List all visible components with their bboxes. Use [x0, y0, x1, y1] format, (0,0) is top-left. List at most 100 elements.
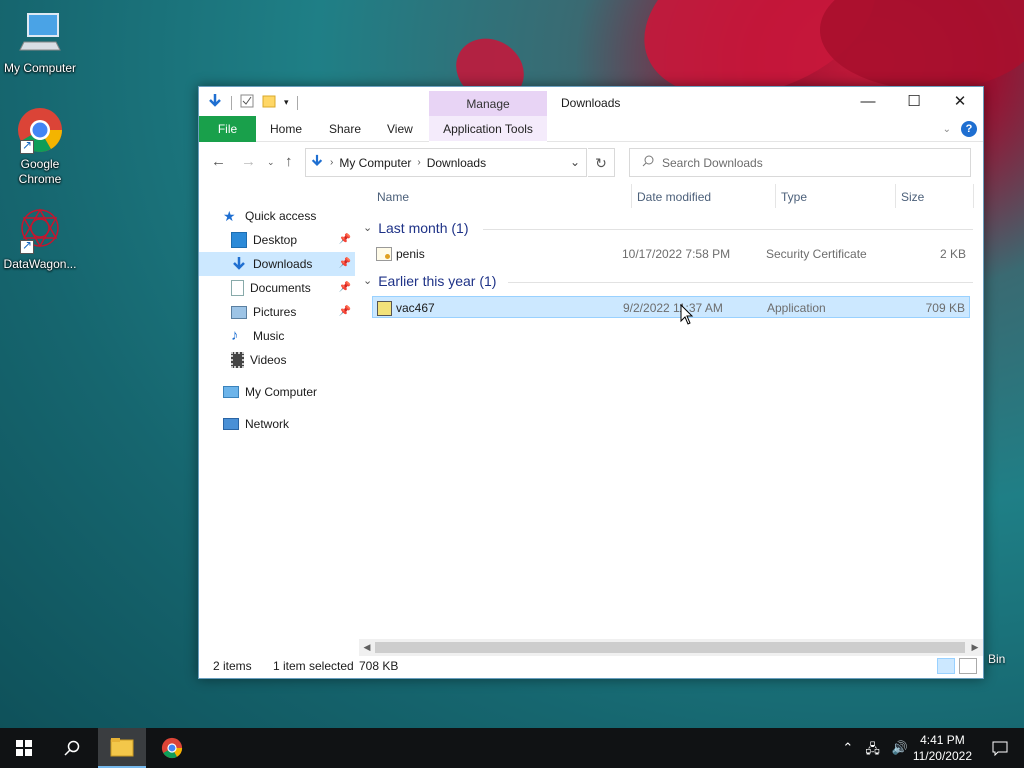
nav-my-computer[interactable]: My Computer	[223, 380, 353, 404]
column-header-size[interactable]: Size	[895, 182, 924, 212]
nav-label: Documents	[250, 281, 311, 295]
group-label: Last month (1)	[378, 220, 469, 236]
up-button[interactable]: ↑	[285, 153, 293, 170]
column-header-type[interactable]: Type	[775, 182, 807, 212]
shortcut-arrow-icon	[20, 238, 34, 254]
group-header-earlier-this-year[interactable]: ⌄ Earlier this year (1)	[363, 270, 973, 292]
forward-button[interactable]: →	[241, 153, 256, 170]
title-bar[interactable]: ▾ Manage Downloads — ☐ ✕	[199, 87, 983, 116]
group-header-last-month[interactable]: ⌄ Last month (1)	[363, 217, 973, 239]
table-row[interactable]: vac467 9/2/2022 11:37 AM Application 709…	[372, 296, 970, 318]
details-view-button[interactable]	[937, 658, 955, 674]
desktop-icon-my-computer[interactable]: My Computer	[0, 10, 80, 76]
start-button[interactable]	[0, 728, 48, 768]
clock-date: 11/20/2022	[912, 749, 972, 763]
pictures-folder-icon	[231, 305, 247, 319]
recycle-bin-label[interactable]: Bin	[988, 652, 1005, 666]
explorer-window[interactable]: ▾ Manage Downloads — ☐ ✕ File Home Share…	[198, 86, 984, 679]
nav-pictures[interactable]: Pictures 📌	[199, 300, 355, 324]
file-name-cell: penis	[376, 243, 425, 265]
file-date: 9/2/2022 11:37 AM	[623, 301, 723, 315]
nav-music[interactable]: ♪ Music	[199, 324, 355, 348]
search-button[interactable]	[48, 728, 96, 768]
expand-ribbon-icon[interactable]: ⌄	[943, 124, 951, 135]
notification-icon	[992, 741, 1008, 756]
tab-file[interactable]: File	[199, 116, 256, 142]
volume-icon[interactable]: 🔊	[892, 740, 908, 762]
tab-view[interactable]: View	[375, 116, 425, 142]
address-bar[interactable]: › My Computer › Downloads ⌄	[305, 148, 587, 177]
maximize-button[interactable]: ☐	[891, 87, 937, 116]
tab-application-tools[interactable]: Application Tools	[429, 116, 547, 142]
download-arrow-icon	[207, 93, 223, 112]
navigation-pane: ★ Quick access Desktop 📌 Downloads 📌 Doc…	[199, 192, 357, 642]
minimize-button[interactable]: —	[845, 87, 891, 116]
file-size: 2 KB	[939, 247, 966, 261]
desktop-icon-datawagon[interactable]: DataWagon...	[0, 206, 80, 272]
chevron-up-icon[interactable]: ⌃	[842, 740, 853, 762]
pin-icon[interactable]: 📌	[339, 300, 351, 324]
file-type: Application	[767, 301, 826, 315]
file-name: vac467	[396, 301, 435, 315]
pin-icon[interactable]: 📌	[339, 252, 351, 276]
back-button[interactable]: ←	[211, 153, 226, 170]
group-label: Earlier this year (1)	[378, 273, 497, 289]
nav-label: Pictures	[253, 305, 297, 319]
address-row: ← → ⌄ ↑ › My Computer › Downloads ⌄ ↻ Se…	[199, 147, 983, 177]
nav-desktop[interactable]: Desktop 📌	[199, 228, 355, 252]
tab-share[interactable]: Share	[317, 116, 373, 142]
column-header-name[interactable]: Name	[371, 182, 409, 212]
chrome-icon	[161, 737, 183, 759]
network-icon	[223, 418, 239, 430]
pin-icon[interactable]: 📌	[339, 276, 351, 300]
help-icon[interactable]: ?	[961, 121, 977, 137]
manage-tab[interactable]: Manage	[429, 91, 547, 116]
breadcrumb-downloads[interactable]: Downloads	[427, 156, 486, 170]
recent-locations-icon[interactable]: ⌄	[267, 157, 275, 168]
tab-home[interactable]: Home	[258, 116, 314, 142]
network-icon[interactable]: 🖧	[865, 740, 880, 762]
wallpaper-petal	[820, 0, 1024, 90]
nav-downloads[interactable]: Downloads 📌	[199, 252, 355, 276]
address-dropdown-icon[interactable]: ⌄	[564, 149, 586, 176]
taskbar-file-explorer[interactable]	[98, 728, 146, 768]
clock[interactable]: 4:41 PM 11/20/2022	[913, 732, 972, 764]
downloads-location-icon	[310, 154, 324, 171]
column-separator	[973, 184, 974, 208]
notification-button[interactable]	[976, 728, 1024, 768]
breadcrumb-my-computer[interactable]: My Computer	[339, 156, 411, 170]
search-placeholder: Search Downloads	[662, 155, 763, 170]
videos-film-icon	[231, 352, 244, 368]
computer-icon	[16, 10, 64, 58]
refresh-button[interactable]: ↻	[588, 148, 615, 177]
table-row[interactable]: penis 10/17/2022 7:58 PM Security Certif…	[372, 243, 970, 265]
nav-quick-access[interactable]: ★ Quick access	[223, 204, 353, 228]
nav-label: Desktop	[253, 233, 298, 247]
properties-icon[interactable]	[240, 94, 254, 111]
new-folder-icon[interactable]	[262, 94, 276, 111]
chevron-right-icon: ›	[330, 157, 334, 168]
group-divider	[483, 229, 973, 230]
datawagon-logo-icon	[16, 206, 64, 254]
computer-icon	[223, 386, 239, 398]
folder-icon	[110, 738, 134, 757]
taskbar: ⌃ 🖧 🔊 4:41 PM 11/20/2022	[0, 728, 1024, 768]
customize-dropdown-icon[interactable]: ▾	[284, 97, 289, 108]
nav-network[interactable]: Network	[223, 412, 353, 436]
nav-documents[interactable]: Documents 📌	[199, 276, 355, 300]
search-input[interactable]: Search Downloads	[629, 148, 971, 177]
taskbar-chrome[interactable]	[148, 728, 196, 768]
scrollbar-thumb[interactable]	[375, 642, 965, 653]
search-icon	[642, 155, 654, 170]
pin-icon[interactable]: 📌	[339, 228, 351, 252]
separator	[231, 95, 232, 110]
separator	[296, 95, 298, 110]
file-name: penis	[396, 247, 425, 261]
desktop-icon-google-chrome[interactable]: Google Chrome	[0, 106, 80, 187]
clock-time: 4:41 PM	[920, 733, 965, 747]
close-button[interactable]: ✕	[937, 87, 983, 116]
nav-videos[interactable]: Videos	[199, 348, 355, 372]
large-icons-view-button[interactable]	[959, 658, 977, 674]
column-header-date[interactable]: Date modified	[631, 182, 711, 212]
search-icon	[64, 740, 80, 756]
